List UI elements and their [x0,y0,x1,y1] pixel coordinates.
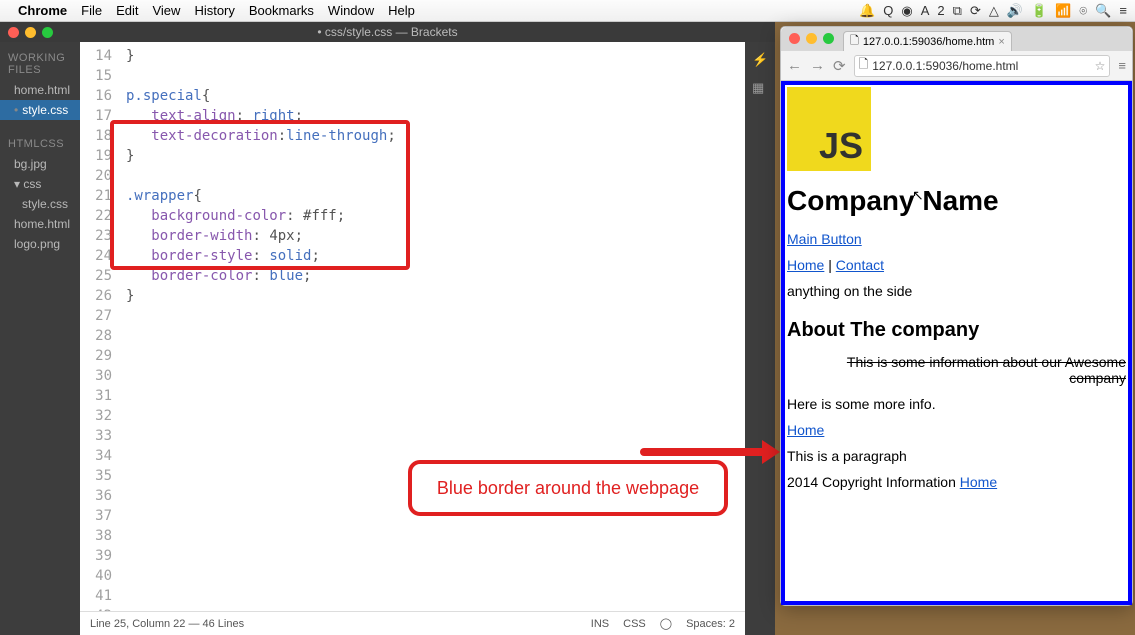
close-tab-icon[interactable]: × [998,36,1004,48]
menu-window[interactable]: Window [328,3,374,18]
menu-edit[interactable]: Edit [116,3,138,18]
dropbox-icon[interactable]: ⧉ [953,3,962,19]
home-link[interactable]: Home [787,422,824,438]
menu-history[interactable]: History [194,3,234,18]
num-icon[interactable]: 2 [937,3,944,19]
about-heading: About The company [787,319,1126,342]
wifi-icon[interactable]: 📶 [1055,3,1071,19]
annotation-label: Blue border around the webpage [437,478,699,499]
footer-home-link[interactable]: Home [960,474,997,490]
working-file-home[interactable]: home.html [0,80,80,100]
adobe-icon[interactable]: A [921,3,930,19]
status-spaces[interactable]: Spaces: 2 [686,618,735,630]
back-button[interactable]: ← [787,57,802,74]
tree-home[interactable]: home.html [0,214,80,234]
brackets-statusbar: Line 25, Column 22 — 46 Lines INS CSS ◯ … [80,611,745,635]
sync-icon[interactable]: ⟳ [970,3,981,19]
nav-home-link[interactable]: Home [787,257,824,273]
menu-bookmarks[interactable]: Bookmarks [249,3,314,18]
tab-title: 127.0.0.1:59036/home.htm [863,36,994,48]
annotation-callout: Blue border around the webpage [408,460,728,516]
mac-menubar: Chrome File Edit View History Bookmarks … [0,0,1135,22]
working-file-style[interactable]: •style.css [0,100,80,120]
project-header[interactable]: htmlcss [0,134,80,154]
chrome-window: 🗋 127.0.0.1:59036/home.htm × ← → ⟳ 🗋 127… [780,26,1133,606]
minimize-icon[interactable] [25,27,36,38]
minimize-icon[interactable] [806,33,817,44]
status-ins[interactable]: INS [591,618,609,630]
page-title: Company Name [787,185,1126,217]
live-preview-icon[interactable]: ⚡ [752,52,768,68]
status-circle[interactable]: ◯ [660,617,672,630]
chrome-tab[interactable]: 🗋 127.0.0.1:59036/home.htm × [843,31,1012,51]
battery-icon[interactable]: 🔋 [1031,3,1047,19]
q-icon[interactable]: Q [883,3,893,19]
nav-contact-link[interactable]: Contact [836,257,884,273]
aside-text: anything on the side [787,283,1126,299]
evernote-icon[interactable]: ◉ [901,3,912,19]
brackets-right-rail: ⚡ ▦ [745,42,775,635]
brackets-titlebar: • css/style.css — Brackets [0,22,775,42]
chrome-toolbar: ← → ⟳ 🗋 127.0.0.1:59036/home.html ☆ ≡ [781,51,1132,81]
page-icon: 🗋 [850,32,859,51]
volume-icon[interactable]: 🔊 [1007,3,1023,19]
page-icon: 🗋 [859,55,869,76]
line-gutter: 14 15 16 17 18 19 20 21 22 23 24 25 26 2… [80,42,120,611]
search-icon[interactable]: 🔍 [1095,3,1111,19]
annotation-arrow [640,440,780,460]
more-info: Here is some more info. [787,396,1126,412]
code-lines[interactable]: } p.special{ text-align: right; text-dec… [120,42,745,611]
menu-view[interactable]: View [152,3,180,18]
js-logo: JS [787,87,871,171]
close-icon[interactable] [8,27,19,38]
main-button-link[interactable]: Main Button [787,231,862,247]
code-area[interactable]: 14 15 16 17 18 19 20 21 22 23 24 25 26 2… [80,42,745,611]
chrome-traffic-lights[interactable] [789,33,834,44]
tree-css-folder[interactable]: ▾ css [0,174,80,194]
menubar-tray: 🔔 Q ◉ A 2 ⧉ ⟳ △ 🔊 🔋 📶 ⌾ 🔍 ≡ [859,3,1127,19]
bluetooth-icon[interactable]: ⌾ [1079,3,1087,19]
reload-button[interactable]: ⟳ [833,57,846,75]
zoom-icon[interactable] [823,33,834,44]
page-wrapper: JS Company Name Main Button Home | Conta… [781,81,1132,605]
footer: 2014 Copyright Information Home [787,474,1126,490]
chrome-tabstrip: 🗋 127.0.0.1:59036/home.htm × [781,27,1132,51]
close-icon[interactable] [789,33,800,44]
chrome-viewport: JS Company Name Main Button Home | Conta… [781,81,1132,605]
menu-file[interactable]: File [81,3,102,18]
paragraph: This is a paragraph [787,448,1126,464]
brackets-sidebar: Working Files home.html •style.css htmlc… [0,42,80,635]
tree-bg[interactable]: bg.jpg [0,154,80,174]
working-files-header: Working Files [0,48,80,80]
tree-logo[interactable]: logo.png [0,234,80,254]
chrome-menu-icon[interactable]: ≡ [1118,58,1126,73]
menubar-app[interactable]: Chrome [18,3,67,18]
status-cursor: Line 25, Column 22 — 46 Lines [90,618,244,630]
brackets-title: • css/style.css — Brackets [317,25,457,39]
brackets-window: • css/style.css — Brackets Working Files… [0,22,775,635]
drive-icon[interactable]: △ [989,3,999,19]
bookmark-star-icon[interactable]: ☆ [1095,59,1106,73]
tree-style[interactable]: style.css [0,194,80,214]
status-lang[interactable]: CSS [623,618,646,630]
extensions-icon[interactable]: ▦ [752,80,768,96]
forward-button[interactable]: → [810,57,825,74]
nav-links: Home | Contact [787,257,1126,273]
menu-icon[interactable]: ≡ [1119,3,1127,19]
special-paragraph: This is some information about our Aweso… [787,354,1126,386]
zoom-icon[interactable] [42,27,53,38]
url-text: 127.0.0.1:59036/home.html [872,59,1018,73]
brackets-traffic-lights[interactable] [8,27,53,38]
brackets-editor: 14 15 16 17 18 19 20 21 22 23 24 25 26 2… [80,42,745,635]
bell-icon[interactable]: 🔔 [859,3,875,19]
url-input[interactable]: 🗋 127.0.0.1:59036/home.html ☆ [854,55,1111,77]
menu-help[interactable]: Help [388,3,415,18]
